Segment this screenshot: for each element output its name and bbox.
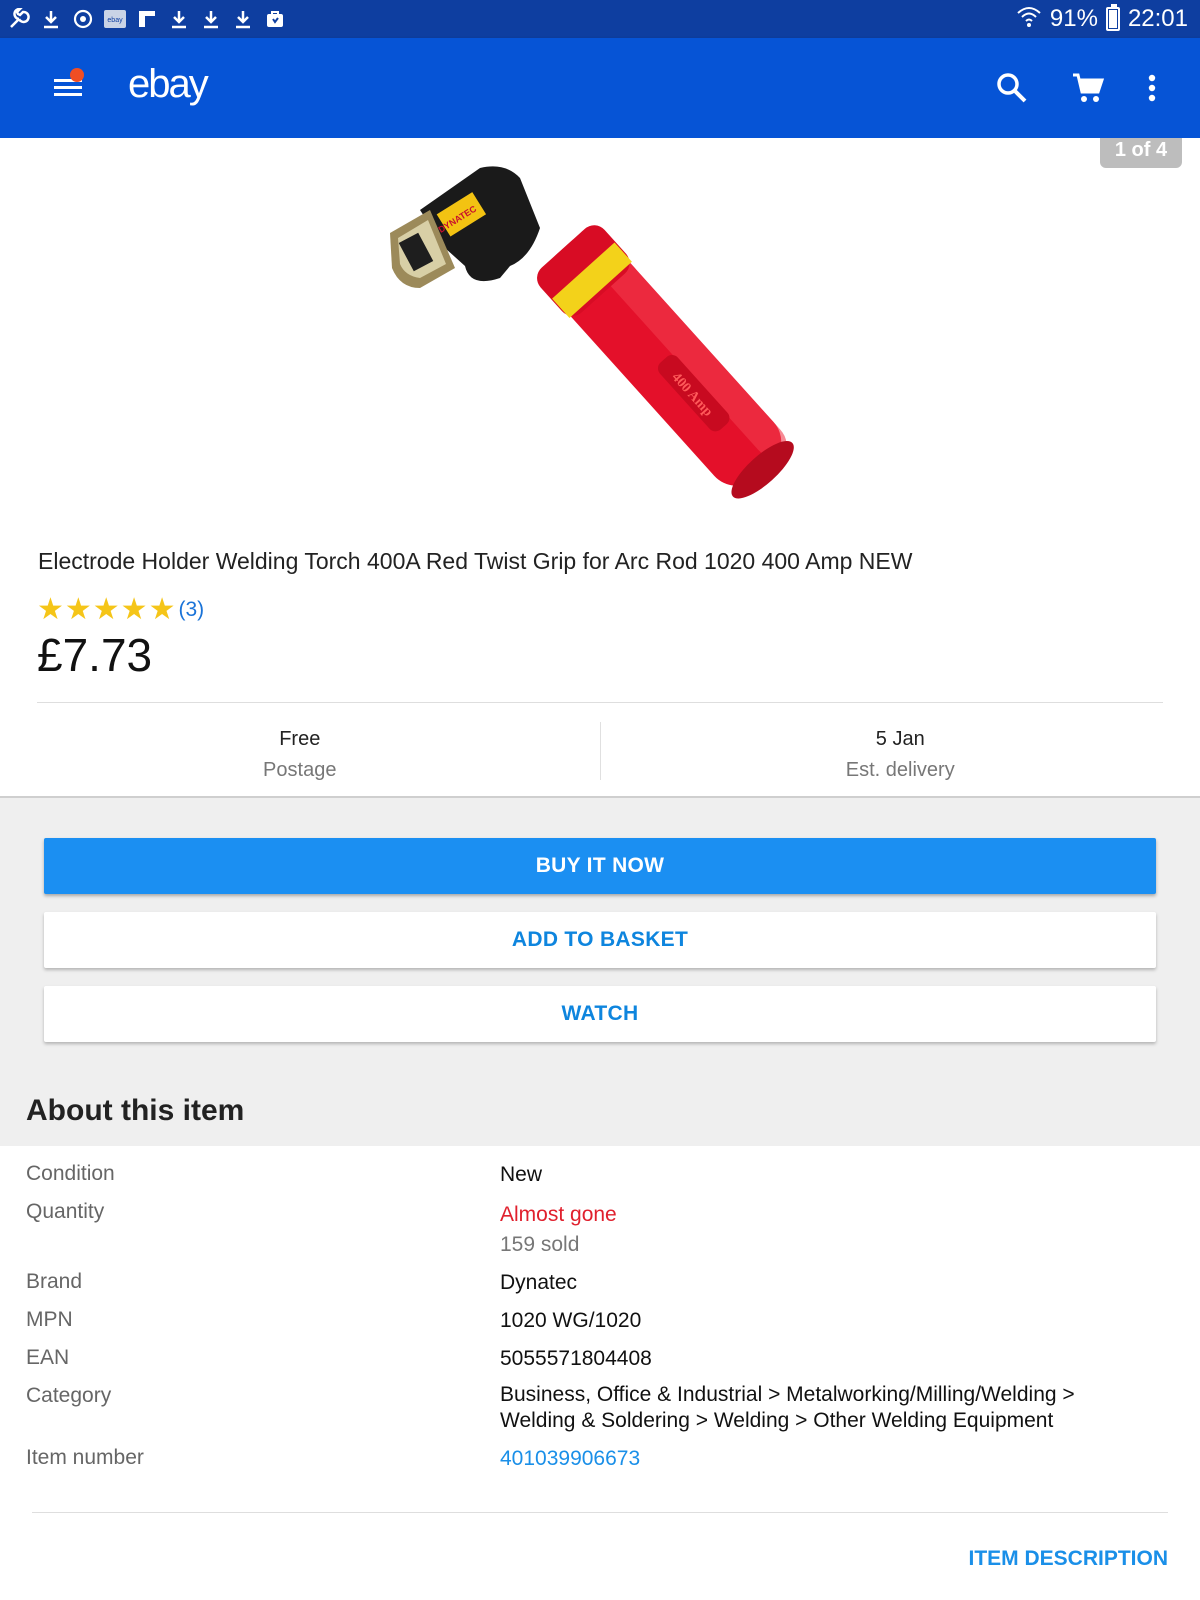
ebay-app-icon: ebay bbox=[104, 8, 126, 30]
download-icon bbox=[200, 8, 222, 30]
clock: 22:01 bbox=[1127, 5, 1188, 32]
review-count[interactable]: (3) bbox=[178, 598, 204, 622]
item-number-link[interactable]: 401039906673 bbox=[500, 1446, 1140, 1472]
price: £7.73 bbox=[37, 629, 153, 681]
item-number-label: Item number bbox=[26, 1446, 144, 1469]
cart-button[interactable] bbox=[1068, 68, 1108, 108]
ean-label: EAN bbox=[26, 1346, 70, 1369]
app-bar: ebay bbox=[0, 38, 1200, 138]
rating[interactable]: ★★★★★ (3) bbox=[37, 592, 204, 627]
search-button[interactable] bbox=[992, 68, 1032, 108]
notification-dot bbox=[70, 68, 84, 82]
mpn-label: MPN bbox=[26, 1308, 73, 1331]
flipboard-icon bbox=[136, 8, 158, 30]
quantity-label: Quantity bbox=[26, 1200, 105, 1223]
wrench-icon bbox=[8, 8, 30, 30]
product-image-gallery[interactable]: 400 Amp DYNATEC bbox=[0, 138, 1200, 520]
category-label: Category bbox=[26, 1384, 112, 1407]
mpn-value: 1020 WG/1020 bbox=[500, 1309, 642, 1332]
postage-value: Free bbox=[279, 728, 321, 750]
download-icon bbox=[40, 8, 62, 30]
brand-value: Dynatec bbox=[500, 1271, 578, 1294]
status-bar: ebay 91% 22:01 bbox=[0, 0, 1200, 38]
delivery-label: Est. delivery bbox=[845, 759, 955, 781]
delivery-date: 5 Jan bbox=[875, 728, 925, 750]
postage-label: Postage bbox=[263, 759, 337, 781]
category-value[interactable]: Business, Office & Industrial > Metalwor… bbox=[500, 1382, 1120, 1434]
quantity-status: Almost gone bbox=[500, 1203, 617, 1226]
wifi-icon bbox=[1016, 4, 1042, 35]
divider bbox=[32, 1512, 1168, 1513]
brand-label: Brand bbox=[26, 1270, 83, 1293]
system-status: 91% 22:01 bbox=[1016, 4, 1188, 35]
download-icon bbox=[168, 8, 190, 30]
condition-value: New bbox=[500, 1163, 543, 1186]
ebay-logo[interactable]: ebay bbox=[128, 62, 209, 107]
shipping-summary: Free Postage 5 Jan Est. delivery bbox=[0, 720, 1200, 782]
star-rating-icons: ★★★★★ bbox=[37, 593, 177, 626]
shopping-bag-icon bbox=[264, 8, 286, 30]
item-specifics: Condition New Quantity Almost gone 159 s… bbox=[0, 1146, 1200, 1506]
notification-icons: ebay bbox=[8, 8, 286, 30]
add-to-basket-button[interactable]: ADD TO BASKET bbox=[44, 912, 1156, 968]
action-area: BUY IT NOW ADD TO BASKET WATCH About thi… bbox=[0, 796, 1200, 1146]
image-counter: 1 of 4 bbox=[1100, 138, 1182, 168]
product-image: 400 Amp DYNATEC bbox=[390, 166, 794, 499]
about-section-title: About this item bbox=[26, 1094, 245, 1127]
more-options-button[interactable] bbox=[1132, 68, 1172, 108]
battery-percent: 91% bbox=[1049, 5, 1098, 32]
cart-icon bbox=[1073, 73, 1105, 102]
buy-it-now-button[interactable]: BUY IT NOW bbox=[44, 838, 1156, 894]
product-title: Electrode Holder Welding Torch 400A Red … bbox=[38, 548, 913, 574]
delivery-info: 5 Jan Est. delivery bbox=[601, 720, 1200, 782]
divider bbox=[37, 702, 1163, 703]
ean-value: 5055571804408 bbox=[500, 1347, 652, 1370]
svg-text:ebay: ebay bbox=[107, 17, 123, 24]
watch-button[interactable]: WATCH bbox=[44, 986, 1156, 1042]
sold-count: 159 sold bbox=[500, 1233, 580, 1256]
sync-icon bbox=[72, 8, 94, 30]
battery-icon bbox=[1105, 4, 1120, 31]
download-icon bbox=[232, 8, 254, 30]
more-vert-icon bbox=[1148, 74, 1156, 102]
search-icon bbox=[997, 73, 1027, 103]
postage-info: Free Postage bbox=[0, 720, 600, 782]
item-description-link[interactable]: ITEM DESCRIPTION bbox=[968, 1547, 1168, 1571]
condition-label: Condition bbox=[26, 1162, 115, 1185]
